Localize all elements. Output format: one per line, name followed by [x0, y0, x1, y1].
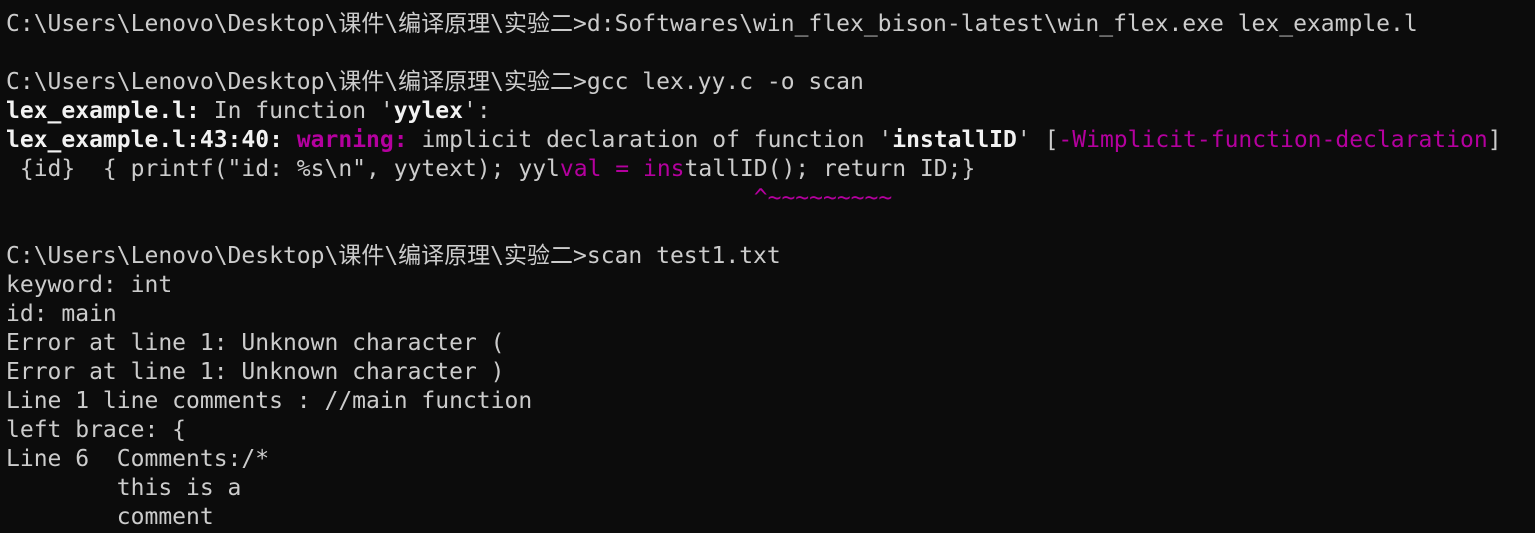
source-highlight: ins [642, 156, 685, 182]
caret-line: ^~~~~~~~~~ [6, 184, 1535, 213]
caret-marker: ^~~~~~~~~~ [753, 185, 893, 211]
terminal-output: C:\Users\Lenovo\Desktop\课件\编译原理\实验二>d:So… [6, 10, 1535, 532]
diagnostic-text: implicit declaration of function ' [407, 127, 893, 153]
diagnostic-text: In function ' [199, 98, 394, 124]
source-highlight: val = [559, 156, 643, 182]
output-line: Error at line 1: Unknown character ) [6, 359, 505, 385]
prompt: C:\Users\Lenovo\Desktop\课件\编译原理\实验二> [6, 243, 587, 269]
command-text: gcc lex.yy.c -o scan [586, 69, 864, 95]
compiler-warning: lex_example.l:43:40: warning: implicit d… [6, 126, 1535, 155]
command-line: C:\Users\Lenovo\Desktop\课件\编译原理\实验二>gcc … [6, 68, 1535, 97]
command-line: C:\Users\Lenovo\Desktop\课件\编译原理\实验二>scan… [6, 242, 1535, 271]
diagnostic-function-name: yylex [393, 98, 463, 124]
output-line: id: main [6, 301, 117, 327]
source-text: {id} { printf("id: %s\n", yytext); yyl [6, 156, 560, 182]
output-line: this is a [6, 475, 242, 501]
diagnostic-text: ' [ [1016, 127, 1059, 153]
output-line: Error at line 1: Unknown character ( [6, 330, 505, 356]
command-text: scan test1.txt [586, 243, 781, 269]
diagnostic-location: lex_example.l:43:40: [6, 127, 283, 153]
output-line: keyword: int [6, 272, 173, 298]
output-line: Line 6 Comments:/* [6, 446, 270, 472]
diagnostic-function-name: installID [892, 127, 1017, 153]
compiler-diagnostic-context: lex_example.l: In function 'yylex': [6, 97, 1535, 126]
source-snippet: {id} { printf("id: %s\n", yytext); yylva… [6, 155, 1535, 184]
source-text: tallID(); return ID;} [684, 156, 976, 182]
diagnostic-file: lex_example.l: [6, 98, 200, 124]
prompt: C:\Users\Lenovo\Desktop\课件\编译原理\实验二> [6, 69, 587, 95]
warning-label: warning: [296, 127, 408, 153]
prompt: C:\Users\Lenovo\Desktop\课件\编译原理\实验二> [6, 11, 587, 37]
warning-flag: -Wimplicit-function-declaration [1058, 127, 1488, 153]
output-line: Line 1 line comments : //main function [6, 388, 533, 414]
diagnostic-text: ': [463, 98, 491, 124]
command-text: d:Softwares\win_flex_bison-latest\win_fl… [586, 11, 1418, 37]
terminal-window[interactable]: C:\Users\Lenovo\Desktop\课件\编译原理\实验二>d:So… [0, 0, 1535, 533]
output-line: comment [6, 504, 214, 530]
command-line: C:\Users\Lenovo\Desktop\课件\编译原理\实验二>d:So… [6, 10, 1535, 39]
output-line: left brace: { [6, 417, 187, 443]
diagnostic-text: ] [1487, 127, 1502, 153]
